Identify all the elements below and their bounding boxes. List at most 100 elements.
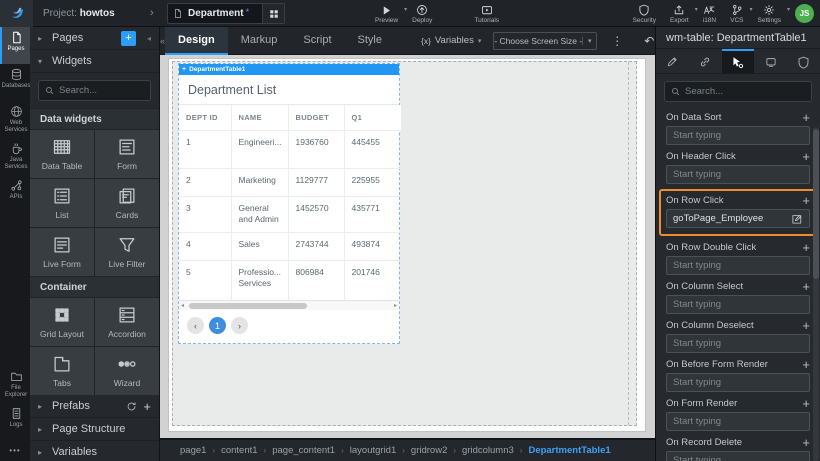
accordion-prefabs[interactable]: ▸Prefabs+ bbox=[30, 395, 159, 418]
add-event-action-button[interactable]: + bbox=[802, 319, 810, 332]
panel-tab-security[interactable] bbox=[787, 49, 820, 73]
department-table-widget[interactable]: + DepartmentTable1 Department List DEPT … bbox=[178, 63, 400, 344]
add-event-action-button[interactable]: + bbox=[802, 111, 810, 124]
topbar-deploy-button[interactable]: Deploy bbox=[405, 0, 439, 27]
topbar-tutorials-button[interactable]: Tutorials bbox=[467, 0, 506, 27]
column-header-name[interactable]: NAME bbox=[231, 105, 288, 130]
event-handler-input[interactable]: Start typing bbox=[666, 373, 810, 392]
widget-name-tab[interactable]: + DepartmentTable1 bbox=[179, 64, 399, 75]
widget-tile-data-table[interactable]: Data Table bbox=[30, 130, 94, 178]
canvas-tab-design[interactable]: Design bbox=[165, 27, 228, 55]
event-handler-input[interactable]: Start typing bbox=[666, 295, 810, 314]
widget-search[interactable] bbox=[38, 80, 151, 101]
user-avatar[interactable]: JS bbox=[795, 4, 814, 23]
rail-item-file-explorer[interactable]: FileExplorer bbox=[0, 366, 30, 403]
pagination-page-1[interactable]: 1 bbox=[209, 317, 226, 334]
event-handler-input[interactable]: Start typing bbox=[666, 165, 810, 184]
table-row[interactable]: 3General and Admin1452570435771 bbox=[179, 196, 401, 232]
topbar-security-button[interactable]: Security bbox=[625, 0, 662, 27]
edit-script-icon[interactable] bbox=[791, 213, 803, 225]
topbar-export-button[interactable]: Export▾ bbox=[663, 0, 696, 27]
refresh-icon[interactable] bbox=[126, 401, 137, 412]
rail-item-logs[interactable]: Logs bbox=[0, 403, 30, 440]
table-row[interactable]: 2Marketing1129777225955 bbox=[179, 168, 401, 196]
widget-search-input[interactable] bbox=[59, 85, 144, 96]
add-event-action-button[interactable]: + bbox=[802, 436, 810, 449]
table-row[interactable]: 5Professio... Services806984201746 bbox=[179, 260, 401, 300]
add-event-action-button[interactable]: + bbox=[802, 358, 810, 371]
rail-item-java-services[interactable]: JavaServices bbox=[0, 138, 30, 175]
widget-tile-list[interactable]: List bbox=[30, 179, 94, 227]
breadcrumb-item-content1[interactable]: content1 bbox=[221, 445, 257, 456]
canvas-tab-script[interactable]: Script bbox=[290, 27, 344, 55]
pagination-prev-button[interactable]: ‹ bbox=[187, 317, 204, 334]
variables-button[interactable]: {x} Variables ▾ bbox=[421, 35, 481, 46]
rail-item-web-services[interactable]: WebServices bbox=[0, 101, 30, 138]
rail-item-apis[interactable]: APIs bbox=[0, 175, 30, 212]
widget-tile-live-filter[interactable]: Live Filter bbox=[95, 228, 159, 276]
breadcrumb-item-page_content1[interactable]: page_content1 bbox=[272, 445, 335, 456]
panel-tab-properties[interactable] bbox=[656, 49, 689, 73]
event-handler-input[interactable]: Start typing bbox=[666, 451, 810, 461]
widget-tile-accordion[interactable]: Accordion bbox=[95, 298, 159, 346]
page-tab-department[interactable]: Department * bbox=[167, 3, 285, 24]
scrollbar-thumb[interactable] bbox=[189, 303, 307, 309]
panel-tab-device[interactable] bbox=[754, 49, 787, 73]
event-handler-input[interactable]: goToPage_Employee bbox=[666, 209, 810, 228]
add-prefab-button[interactable]: + bbox=[143, 399, 151, 414]
event-handler-input[interactable]: Start typing bbox=[666, 256, 810, 275]
breadcrumb-item-page1[interactable]: page1 bbox=[180, 445, 206, 456]
table-row[interactable]: 1Engineeri...1936760445455 bbox=[179, 130, 401, 168]
layout-grid-selection[interactable]: + DepartmentTable1 Department List DEPT … bbox=[172, 61, 637, 426]
table-row[interactable]: 4Sales2743744493874 bbox=[179, 232, 401, 260]
events-search-input[interactable] bbox=[685, 86, 805, 97]
rail-item-databases[interactable]: Databases bbox=[0, 64, 30, 101]
column-header-budget[interactable]: BUDGET bbox=[288, 105, 344, 130]
column-header-dept-id[interactable]: DEPT ID bbox=[179, 105, 231, 130]
widget-tile-wizard[interactable]: Wizard bbox=[95, 347, 159, 395]
design-canvas[interactable]: + DepartmentTable1 Department List DEPT … bbox=[160, 55, 655, 438]
breadcrumb-item-gridcolumn3[interactable]: gridcolumn3 bbox=[462, 445, 514, 456]
add-page-button[interactable]: + bbox=[121, 31, 136, 46]
breadcrumb-item-gridrow2[interactable]: gridrow2 bbox=[411, 445, 447, 456]
canvas-tab-markup[interactable]: Markup bbox=[228, 27, 291, 55]
topbar-vcs-button[interactable]: VCS▾ bbox=[723, 0, 750, 27]
add-event-action-button[interactable]: + bbox=[802, 241, 810, 254]
add-event-action-button[interactable]: + bbox=[802, 194, 810, 207]
scroll-right-arrow[interactable]: ▸ bbox=[394, 302, 397, 309]
breadcrumb-item-layoutgrid1[interactable]: layoutgrid1 bbox=[350, 445, 396, 456]
panel-tab-events[interactable] bbox=[722, 49, 755, 73]
rail-item-pages[interactable]: Pages bbox=[0, 27, 30, 64]
rail-more-icon[interactable]: ••• bbox=[0, 440, 30, 461]
add-event-action-button[interactable]: + bbox=[802, 150, 810, 163]
table-horizontal-scrollbar[interactable]: ◂ ▸ bbox=[179, 300, 399, 310]
event-handler-input[interactable]: Start typing bbox=[666, 412, 810, 431]
widget-tile-form[interactable]: Form bbox=[95, 130, 159, 178]
screen-size-select[interactable]: - Choose Screen Size - ▾ bbox=[493, 32, 597, 50]
panel-scrollbar[interactable] bbox=[813, 127, 819, 461]
collapse-panel-icon[interactable]: ◂ bbox=[147, 34, 151, 43]
move-widget-icon[interactable]: + bbox=[182, 66, 186, 73]
breadcrumb-item-active[interactable]: DepartmentTable1 bbox=[528, 445, 610, 456]
panel-tab-bind[interactable] bbox=[689, 49, 722, 73]
app-logo[interactable] bbox=[0, 0, 33, 27]
topbar-settings-button[interactable]: Settings▾ bbox=[751, 0, 789, 27]
accordion-page-structure[interactable]: ▸Page Structure bbox=[30, 418, 159, 441]
add-event-action-button[interactable]: + bbox=[802, 397, 810, 410]
widget-tile-cards[interactable]: Cards bbox=[95, 179, 159, 227]
more-options-icon[interactable]: ⋮ bbox=[607, 34, 627, 48]
event-handler-input[interactable]: Start typing bbox=[666, 126, 810, 145]
scroll-left-arrow[interactable]: ◂ bbox=[181, 302, 184, 309]
canvas-tab-style[interactable]: Style bbox=[345, 27, 395, 55]
widget-tile-live-form[interactable]: Live Form bbox=[30, 228, 94, 276]
events-search[interactable] bbox=[664, 81, 812, 102]
widget-tile-tabs[interactable]: Tabs bbox=[30, 347, 94, 395]
column-header-q1[interactable]: Q1 bbox=[344, 105, 401, 130]
topbar-i18n-button[interactable]: i18N bbox=[696, 0, 723, 27]
pages-accordion-header[interactable]: ▸ Pages + ◂ bbox=[30, 27, 159, 50]
add-event-action-button[interactable]: + bbox=[802, 280, 810, 293]
pagination-next-button[interactable]: › bbox=[231, 317, 248, 334]
event-handler-input[interactable]: Start typing bbox=[666, 334, 810, 353]
topbar-preview-button[interactable]: Preview▾ bbox=[368, 0, 405, 27]
dashboard-grid-icon[interactable] bbox=[262, 4, 284, 23]
